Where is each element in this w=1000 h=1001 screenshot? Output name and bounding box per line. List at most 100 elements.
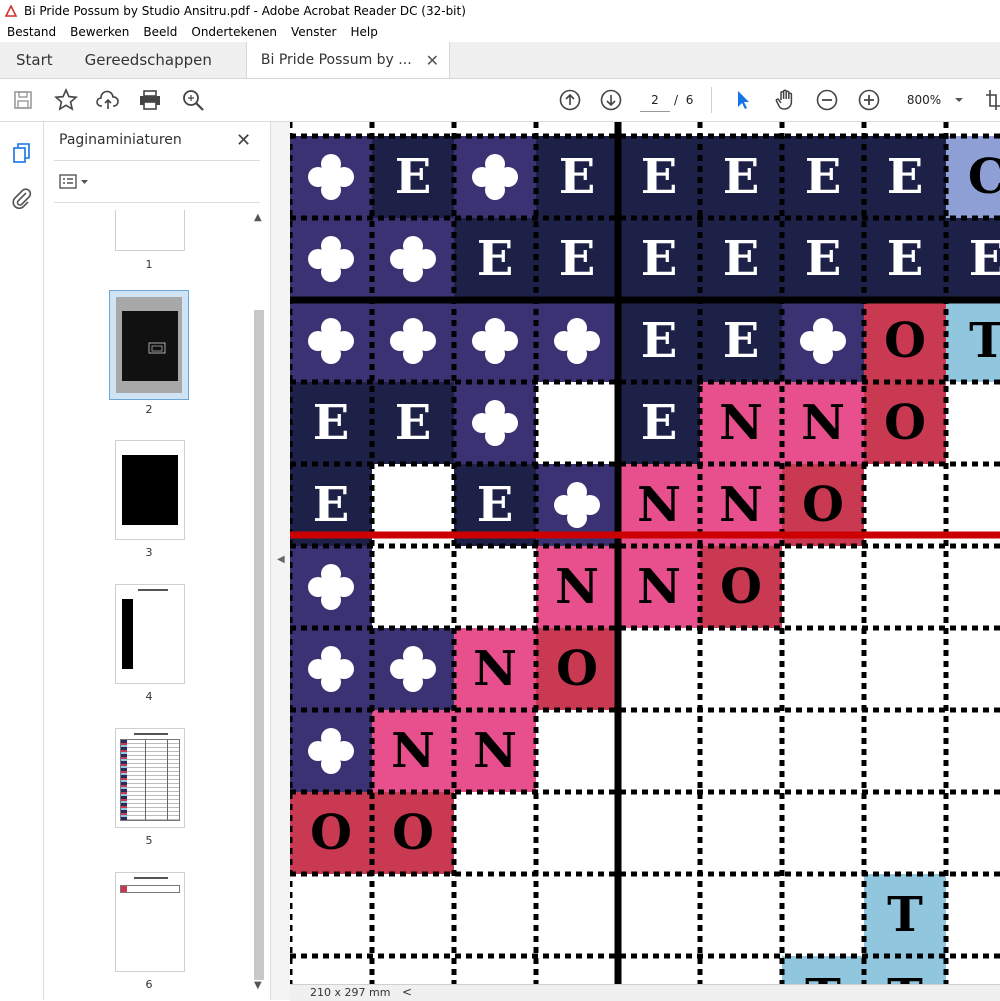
window-title: Bi Pride Possum by Studio Ansitru.pdf - … (24, 4, 466, 18)
pattern-cell (536, 300, 618, 382)
clover-icon (308, 646, 354, 692)
pattern-cell (372, 218, 454, 300)
pattern-cell: T (782, 956, 864, 984)
clover-icon (554, 318, 600, 364)
scroll-down-icon[interactable]: ▼ (254, 980, 262, 991)
page-thumbnail-5-column (167, 740, 168, 820)
tab-tools[interactable]: Gereedschappen (69, 42, 228, 78)
menu-ondertekenen[interactable]: Ondertekenen (184, 25, 284, 39)
pattern-cell: N (454, 710, 536, 792)
clover-icon (472, 318, 518, 364)
zoom-in-icon[interactable] (856, 87, 882, 113)
pattern-cell: C (946, 136, 1000, 218)
page-thumbnail-6-header (134, 877, 168, 879)
page-thumbnail-3[interactable] (115, 440, 185, 540)
collapse-panel-icon[interactable]: ◀ (277, 554, 285, 565)
menu-bestand[interactable]: Bestand (0, 25, 63, 39)
menu-bar: Bestand Bewerken Beeld Ondertekenen Vens… (0, 22, 1000, 42)
panel-splitter[interactable]: ◀ (270, 122, 291, 1000)
zoom-level[interactable]: 800% (900, 89, 948, 111)
menu-help[interactable]: Help (344, 25, 385, 39)
pattern-cell: N (618, 464, 700, 546)
pattern-cell (454, 136, 536, 218)
pattern-cell: E (782, 218, 864, 300)
pattern-cell: O (864, 300, 946, 382)
page-thumbnail-5-table (120, 739, 180, 821)
pattern-cell: E (618, 382, 700, 464)
thumbnail-options-button[interactable] (58, 172, 94, 192)
clover-icon (554, 482, 600, 528)
hand-tool-icon[interactable] (772, 87, 798, 113)
pattern-cell: E (946, 218, 1000, 300)
chevron-down-icon[interactable] (948, 87, 970, 113)
page-thumbnail-6-table (120, 885, 180, 893)
pattern-cell: E (782, 136, 864, 218)
pattern-cell: E (372, 382, 454, 464)
page-thumbnail-label: 3 (145, 546, 153, 559)
tab-document[interactable]: Bi Pride Possum by ... ✕ (245, 42, 451, 78)
search-icon[interactable] (180, 87, 206, 113)
left-rail (0, 122, 44, 1000)
scroll-left-icon[interactable]: < (402, 985, 412, 999)
status-bar: 210 x 297 mm < (290, 984, 1000, 1001)
pattern-cell (290, 218, 372, 300)
clover-icon (308, 318, 354, 364)
pattern-cell (372, 300, 454, 382)
page-thumbnail-6[interactable] (115, 872, 185, 972)
tab-start[interactable]: Start (0, 42, 69, 78)
attachment-icon[interactable] (11, 186, 33, 210)
page-number-input[interactable]: 2 (640, 89, 670, 112)
pattern-cell: N (454, 628, 536, 710)
page-thumbnails-icon[interactable] (11, 142, 33, 166)
pattern-cell (372, 628, 454, 710)
clover-icon (800, 318, 846, 364)
page-thumbnail-5-column (145, 740, 146, 820)
pattern-cell: E (618, 218, 700, 300)
pattern-cell: E (372, 136, 454, 218)
page-thumbnail-1[interactable] (115, 210, 185, 251)
page-thumbnail-5[interactable] (115, 728, 185, 828)
previous-page-icon[interactable] (557, 87, 583, 113)
pattern-cell (454, 382, 536, 464)
star-icon[interactable] (53, 87, 79, 113)
crop-tool-icon[interactable] (984, 87, 1000, 113)
menu-bewerken[interactable]: Bewerken (63, 25, 136, 39)
clover-icon (472, 400, 518, 446)
pattern-cell: N (372, 710, 454, 792)
clover-icon (390, 236, 436, 282)
clover-icon (308, 154, 354, 200)
tab-bar: Start Gereedschappen Bi Pride Possum by … (0, 42, 1000, 79)
page-thumbnail-2[interactable] (109, 290, 189, 400)
menu-venster[interactable]: Venster (284, 25, 344, 39)
page-thumbnail-3-content (122, 455, 178, 525)
zoom-out-icon[interactable] (814, 87, 840, 113)
pattern-cell (782, 300, 864, 382)
pattern-cell: E (290, 464, 372, 546)
print-icon[interactable] (137, 87, 163, 113)
pattern-cell: E (536, 218, 618, 300)
acrobat-icon (4, 4, 18, 18)
page-thumbnail-2-image (116, 297, 182, 393)
toolbar-divider (711, 87, 712, 113)
clover-icon (308, 236, 354, 282)
select-cursor-icon[interactable] (730, 87, 756, 113)
close-panel-icon[interactable]: ✕ (236, 130, 251, 151)
next-page-icon[interactable] (598, 87, 624, 113)
page-thumbnail-4-header (138, 589, 168, 591)
pattern-cell: E (700, 218, 782, 300)
page-thumbnail-label: 1 (145, 258, 153, 271)
page-thumbnail-label: 6 (145, 978, 153, 991)
scroll-up-icon[interactable]: ▲ (254, 212, 262, 223)
pattern-cell: O (782, 464, 864, 546)
pattern-cell: T (946, 300, 1000, 382)
upload-cloud-icon[interactable] (95, 87, 121, 113)
pattern-cell: E (700, 136, 782, 218)
document-canvas[interactable]: EEEEEECEEEEEEEEEOTEEENNOEENNONNONONNOOTT… (290, 122, 1000, 984)
pattern-cell: O (536, 628, 618, 710)
menu-beeld[interactable]: Beeld (136, 25, 184, 39)
pattern-cell: E (290, 382, 372, 464)
page-thumbnail-4[interactable] (115, 584, 185, 684)
close-tab-icon[interactable]: ✕ (426, 51, 439, 70)
thumbnail-scrollbar-thumb[interactable] (254, 310, 264, 980)
save-icon[interactable] (10, 87, 36, 113)
